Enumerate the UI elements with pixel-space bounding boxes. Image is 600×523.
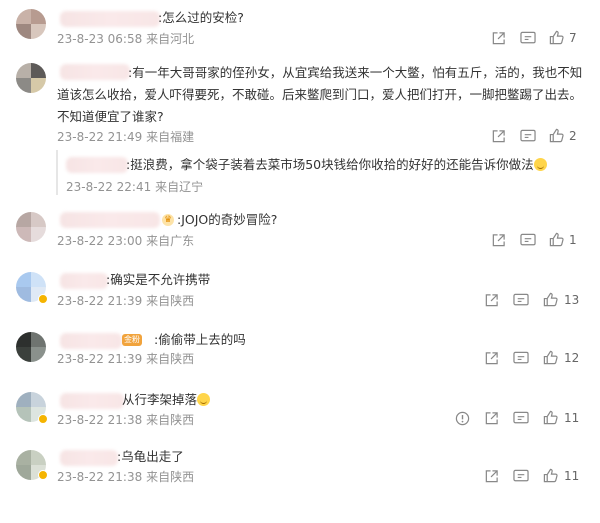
reply-meta: 23-8-22 22:41 来自辽宁	[66, 180, 203, 194]
comment-location: 来自陕西	[146, 470, 195, 484]
comment-text-line1: :有一年大哥哥家的侄孙女，从宜宾给我送来一个大鳖，怕有五斤，活的，我也不知	[128, 65, 583, 80]
comment-text: :确实是不允许携带	[106, 272, 211, 287]
share-icon[interactable]	[484, 468, 499, 484]
comment-icon[interactable]	[520, 128, 536, 144]
share-icon[interactable]	[491, 128, 506, 144]
avatar[interactable]	[16, 9, 46, 39]
comment-location: 来自广东	[146, 234, 195, 248]
comment-location: 来自河北	[146, 32, 195, 46]
share-icon[interactable]	[484, 350, 499, 366]
comment-location: 来自福建	[146, 130, 195, 144]
comment-location: 来自陕西	[146, 352, 195, 366]
comment-text: :偷偷带上去的吗	[154, 332, 246, 347]
avatar[interactable]	[16, 63, 46, 93]
laugh-emoji-icon	[533, 158, 547, 171]
username[interactable]	[60, 450, 118, 466]
comment-text: :JOJO的奇妙冒险?	[177, 212, 278, 227]
comment-icon[interactable]	[513, 468, 529, 484]
verified-badge-icon	[38, 414, 48, 424]
comment-icon[interactable]	[520, 30, 536, 46]
username[interactable]	[60, 64, 130, 80]
share-icon[interactable]	[491, 30, 506, 46]
comment-text: :乌龟出走了	[117, 449, 184, 464]
like-icon[interactable]	[549, 231, 564, 247]
comment-text-line2: 道该怎么收拾，爱人吓得要死，不敢碰。后来鳖爬到门口，爱人把们打开，一脚把鳖踢了出…	[57, 87, 583, 102]
comment-location: 来自陕西	[146, 294, 195, 308]
comment-time: 23-8-22 23:00	[57, 234, 143, 248]
smile-emoji-icon	[197, 393, 211, 406]
like-count: 11	[564, 411, 580, 425]
comment-meta: 23-8-22 21:49 来自福建	[57, 130, 194, 144]
comment-time: 23-8-22 21:39	[57, 352, 143, 366]
username[interactable]	[60, 11, 160, 27]
comment-icon[interactable]	[520, 232, 536, 248]
comment-time: 23-8-22 21:38	[57, 413, 143, 427]
like-count: 1	[569, 233, 577, 247]
like-icon[interactable]	[543, 291, 558, 307]
comment-time: 23-8-22 21:49	[57, 130, 143, 144]
comment-meta: 23-8-23 06:58 来自河北	[57, 32, 194, 46]
reply-text: :挺浪费，拿个袋子装着去菜市场50块钱给你收拾的好好的还能告诉你做法	[126, 155, 547, 174]
comment-icon[interactable]	[513, 410, 529, 426]
comment-text-line3: 不知道便宜了谁家?	[57, 109, 164, 124]
like-icon[interactable]	[543, 349, 558, 365]
like-icon[interactable]	[543, 467, 558, 483]
like-icon[interactable]	[549, 29, 564, 45]
share-icon[interactable]	[484, 292, 499, 308]
comment-meta: 23-8-22 21:39 来自陕西	[57, 352, 194, 366]
comment-meta: 23-8-22 21:38 来自陕西	[57, 413, 194, 427]
share-icon[interactable]	[491, 232, 506, 248]
comment-icon[interactable]	[513, 350, 529, 366]
username[interactable]	[60, 393, 124, 409]
comment-time: 23-8-23 06:58	[57, 32, 143, 46]
username[interactable]	[60, 333, 122, 349]
reply-text-content: :挺浪费，拿个袋子装着去菜市场50块钱给你收拾的好好的还能告诉你做法	[126, 157, 534, 172]
report-icon[interactable]	[455, 410, 470, 426]
like-count: 13	[564, 293, 580, 307]
reply-divider	[56, 150, 58, 195]
avatar[interactable]	[16, 332, 46, 362]
like-icon[interactable]	[549, 127, 564, 143]
comment-time: 23-8-22 21:38	[57, 470, 143, 484]
comment-meta: 23-8-22 21:38 来自陕西	[57, 470, 194, 484]
comment-text: 从行李架掉落	[122, 390, 211, 409]
reply-location: 来自辽宁	[155, 180, 204, 194]
fan-badge: 金粉	[122, 334, 142, 346]
reply-username[interactable]	[66, 157, 128, 173]
like-count: 2	[569, 129, 577, 143]
verified-badge-icon	[38, 470, 48, 480]
comment-text: :怎么过的安检?	[158, 10, 244, 25]
comment-meta: 23-8-22 23:00 来自广东	[57, 234, 194, 248]
username[interactable]	[60, 273, 108, 289]
comment-time: 23-8-22 21:39	[57, 294, 143, 308]
like-count: 11	[564, 469, 580, 483]
comment-meta: 23-8-22 21:39 来自陕西	[57, 294, 194, 308]
crown-icon: ♛	[162, 214, 174, 226]
reply-time: 23-8-22 22:41	[66, 180, 152, 194]
like-count: 7	[569, 31, 577, 45]
avatar[interactable]	[16, 212, 46, 242]
comment-text-content: 从行李架掉落	[122, 392, 198, 407]
username[interactable]	[60, 212, 160, 228]
comment-location: 来自陕西	[146, 413, 195, 427]
share-icon[interactable]	[484, 410, 499, 426]
like-icon[interactable]	[543, 409, 558, 425]
verified-badge-icon	[38, 294, 48, 304]
comment-icon[interactable]	[513, 292, 529, 308]
like-count: 12	[564, 351, 580, 365]
